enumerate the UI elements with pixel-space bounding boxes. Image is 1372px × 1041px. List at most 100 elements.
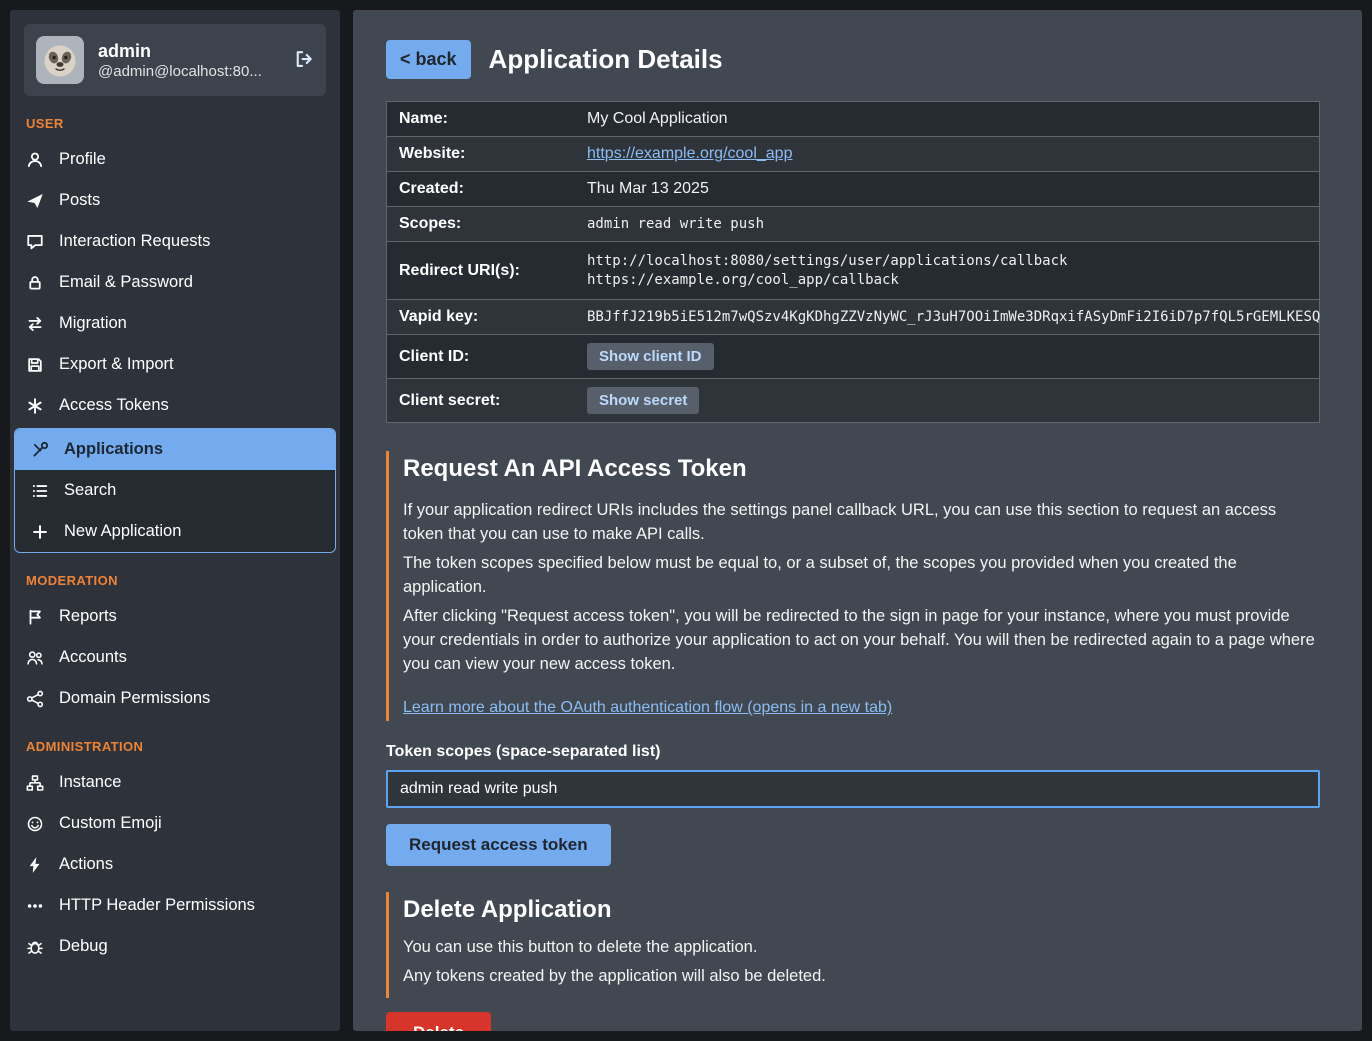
nav-label: Interaction Requests [59,232,210,251]
detail-label: Created: [387,172,575,206]
search-list-icon [31,482,49,500]
logout-button[interactable] [294,49,314,72]
sidebar-item-applications[interactable]: Applications [15,429,335,470]
delete-section-title: Delete Application [403,896,1320,924]
sidebar-group-applications: Applications Search [14,428,336,553]
sidebar-item-interaction-requests[interactable]: Interaction Requests [10,221,340,262]
detail-label: Redirect URI(s): [387,254,575,288]
delete-application-section: Delete Application You can use this butt… [386,892,1320,998]
nav-label: Export & Import [59,355,174,374]
section-heading-administration: ADMINISTRATION [26,739,324,754]
nav-label: Reports [59,607,117,626]
oauth-docs-link[interactable]: Learn more about the OAuth authenticatio… [403,699,892,717]
user-handle: @admin@localhost:80... [98,63,280,80]
redirect-uri-1: http://localhost:8080/settings/user/appl… [587,253,1307,269]
nav-label: Posts [59,191,100,210]
nav-label: HTTP Header Permissions [59,896,255,915]
migration-icon [26,315,44,333]
sidebar-item-migration[interactable]: Migration [10,303,340,344]
http-header-icon [26,897,44,915]
website-link[interactable]: https://example.org/cool_app [587,145,792,162]
user-card[interactable]: admin @admin@localhost:80... [24,24,326,96]
delete-section-line-2: Any tokens created by the application wi… [403,965,1320,989]
show-client-id-button[interactable]: Show client ID [587,343,714,370]
sidebar-item-applications-search[interactable]: Search [15,470,335,511]
accounts-icon [26,649,44,667]
domain-permissions-icon [26,690,44,708]
token-section-title: Request An API Access Token [403,455,1320,483]
redirect-uri-2: https://example.org/cool_app/callback [587,272,1307,288]
detail-value: BBJffJ219b5iE512m7wQSzv4KgKDhgZZVzNyWC_r… [575,301,1332,333]
export-import-icon [26,356,44,374]
nav-label: Domain Permissions [59,689,210,708]
plus-icon [31,523,49,541]
sidebar-item-debug[interactable]: Debug [10,926,340,967]
token-section-paragraph-1: If your application redirect URIs includ… [403,499,1320,547]
sidebar-item-new-application[interactable]: New Application [15,511,335,552]
posts-icon [26,192,44,210]
sidebar-item-profile[interactable]: Profile [10,139,340,180]
request-access-token-button[interactable]: Request access token [386,824,611,866]
main-content: < back Application Details Name: My Cool… [353,10,1362,1031]
detail-row-website: Website: https://example.org/cool_app [387,137,1319,172]
profile-icon [26,151,44,169]
sidebar-item-instance[interactable]: Instance [10,762,340,803]
nav-label: New Application [64,522,181,541]
detail-value: My Cool Application [575,102,1319,136]
instance-icon [26,774,44,792]
logout-icon [294,49,314,69]
detail-label: Client ID: [387,340,575,374]
avatar [36,36,84,84]
detail-row-vapid-key: Vapid key: BBJffJ219b5iE512m7wQSzv4KgKDh… [387,300,1319,335]
user-name: admin [98,40,280,63]
sidebar-nav: USER Profile Posts Intera [10,116,340,967]
section-heading-user: USER [26,116,324,131]
email-password-icon [26,274,44,292]
sidebar-item-reports[interactable]: Reports [10,596,340,637]
sidebar: admin @admin@localhost:80... USER Profil… [10,10,340,1031]
token-section-paragraph-3: After clicking "Request access token", y… [403,605,1320,677]
delete-application-button[interactable]: Delete [386,1012,491,1031]
nav-label: Instance [59,773,121,792]
sidebar-item-email-password[interactable]: Email & Password [10,262,340,303]
detail-row-client-id: Client ID: Show client ID [387,335,1319,379]
token-section-paragraph-2: The token scopes specified below must be… [403,552,1320,600]
header-row: < back Application Details [386,40,1320,79]
detail-label: Vapid key: [387,300,575,334]
detail-row-client-secret: Client secret: Show secret [387,379,1319,422]
token-scopes-label: Token scopes (space-separated list) [386,743,1320,761]
nav-label: Accounts [59,648,127,667]
detail-value: Thu Mar 13 2025 [575,172,1319,206]
back-button[interactable]: < back [386,40,471,79]
page-title: Application Details [489,44,723,75]
emoji-icon [26,815,44,833]
token-request-section: Request An API Access Token If your appl… [386,451,1320,721]
detail-row-created: Created: Thu Mar 13 2025 [387,172,1319,207]
sidebar-item-http-header-permissions[interactable]: HTTP Header Permissions [10,885,340,926]
application-details-table: Name: My Cool Application Website: https… [386,101,1320,423]
token-scopes-input[interactable] [386,770,1320,808]
nav-label: Custom Emoji [59,814,162,833]
detail-row-redirect-uris: Redirect URI(s): http://localhost:8080/s… [387,242,1319,300]
nav-label: Applications [64,440,163,459]
sidebar-item-custom-emoji[interactable]: Custom Emoji [10,803,340,844]
sidebar-item-access-tokens[interactable]: Access Tokens [10,385,340,426]
bolt-icon [26,856,44,874]
detail-value: admin read write push [575,208,1319,240]
nav-label: Actions [59,855,113,874]
detail-label: Scopes: [387,207,575,241]
interaction-requests-icon [26,233,44,251]
sidebar-item-posts[interactable]: Posts [10,180,340,221]
nav-label: Profile [59,150,106,169]
nav-label: Search [64,481,116,500]
sidebar-item-export-import[interactable]: Export & Import [10,344,340,385]
sidebar-item-accounts[interactable]: Accounts [10,637,340,678]
access-tokens-icon [26,397,44,415]
sidebar-item-actions[interactable]: Actions [10,844,340,885]
detail-label: Website: [387,137,575,171]
applications-icon [31,441,49,459]
sidebar-item-domain-permissions[interactable]: Domain Permissions [10,678,340,719]
delete-section-line-1: You can use this button to delete the ap… [403,936,1320,960]
show-secret-button[interactable]: Show secret [587,387,699,414]
detail-row-scopes: Scopes: admin read write push [387,207,1319,242]
